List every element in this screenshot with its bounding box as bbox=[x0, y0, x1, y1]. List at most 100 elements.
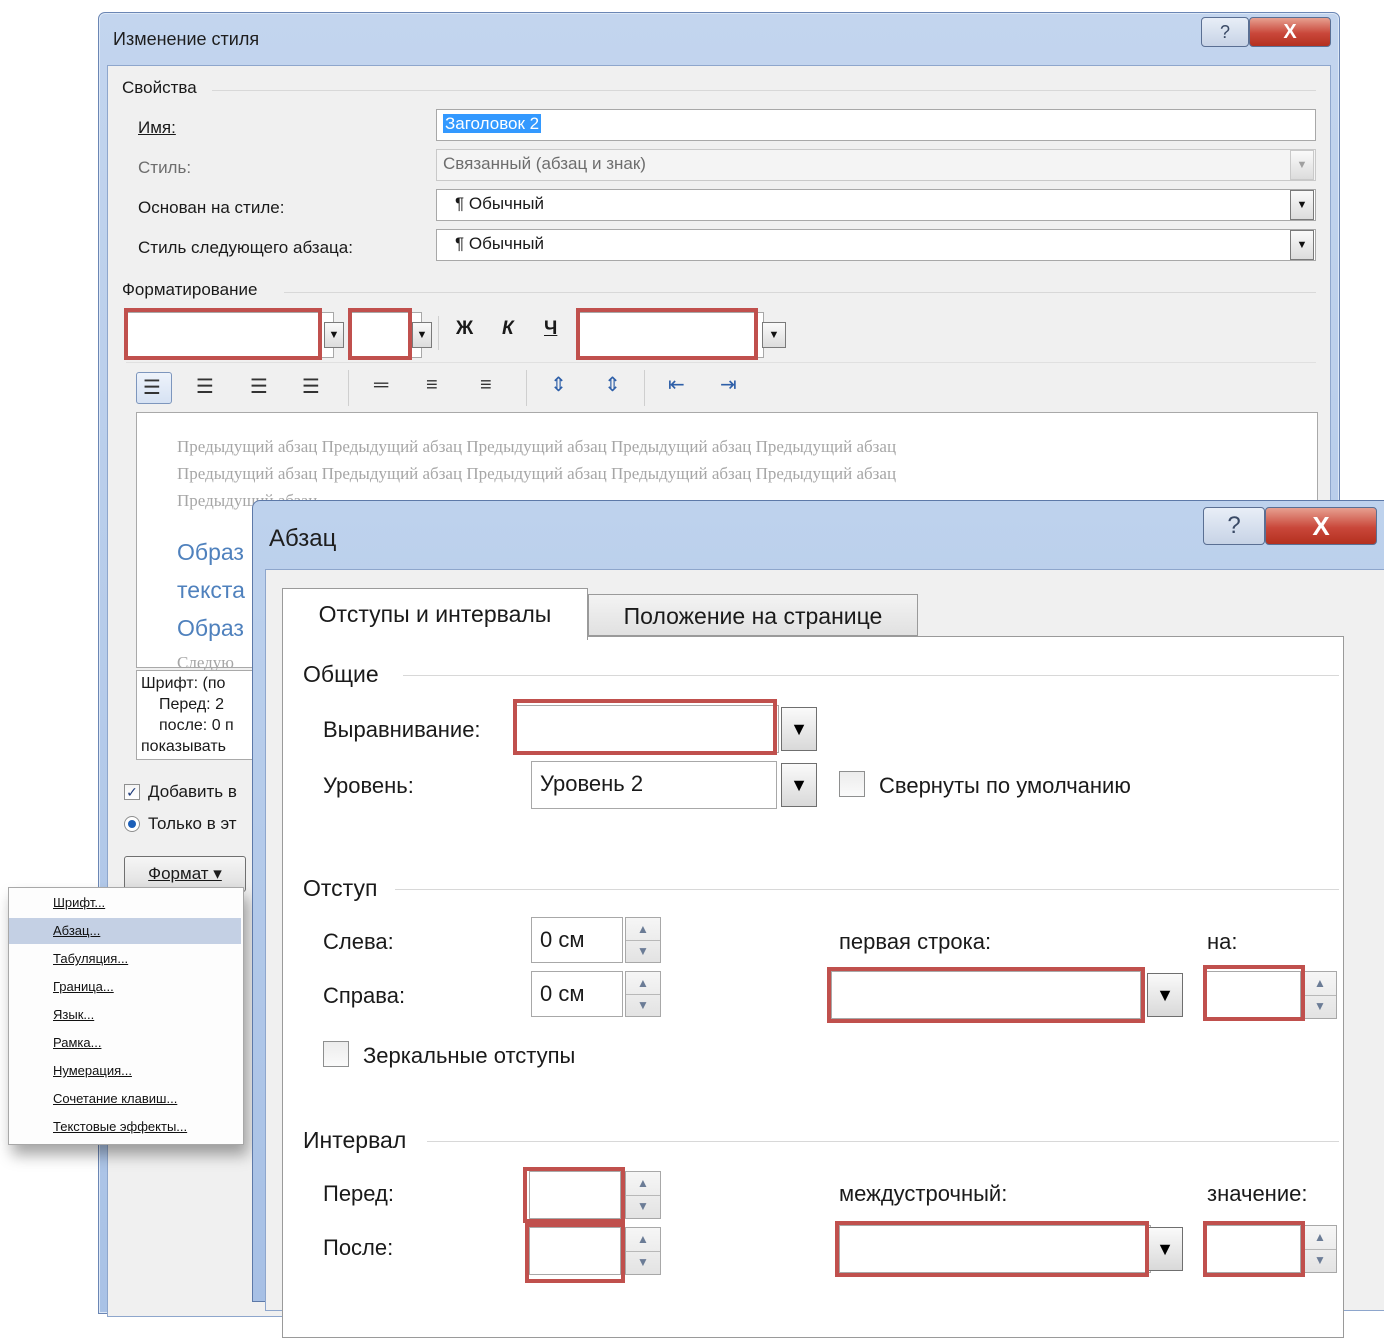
line-spacing-value-spinner[interactable]: ▲ ▼ bbox=[1303, 1225, 1337, 1273]
chevron-down-icon[interactable]: ▼ bbox=[781, 707, 817, 751]
spin-up-icon[interactable]: ▲ bbox=[626, 918, 660, 941]
collapsed-by-default-checkbox[interactable] bbox=[839, 771, 865, 797]
mirror-indents-label: Зеркальные отступы bbox=[363, 1043, 576, 1068]
indent-right-spinner[interactable]: ▲ ▼ bbox=[625, 971, 661, 1017]
toolbar-separator bbox=[348, 370, 349, 406]
menu-item-text-effects[interactable]: Текстовые эффекты... bbox=[9, 1114, 241, 1140]
preview-sample-text: Образ bbox=[177, 615, 244, 641]
menu-item-tabs[interactable]: Табуляция... bbox=[9, 946, 241, 972]
tab-indents-and-spacing[interactable]: Отступы и интервалы bbox=[282, 588, 588, 640]
chevron-down-icon[interactable]: ▼ bbox=[1147, 973, 1183, 1017]
menu-item-paragraph[interactable]: Абзац... bbox=[9, 918, 241, 944]
first-line-by-spinner[interactable]: ▲ ▼ bbox=[1303, 971, 1337, 1019]
style-type-select[interactable]: Связанный (абзац и знак) bbox=[436, 149, 1316, 181]
increase-indent-icon[interactable]: ⇥ bbox=[720, 372, 737, 397]
highlight-box bbox=[1203, 965, 1305, 1021]
toolbar-separator bbox=[438, 316, 439, 350]
indent-left-spinner[interactable]: ▲ ▼ bbox=[625, 917, 661, 963]
based-on-label: Основан на стиле: bbox=[138, 198, 285, 217]
highlight-box bbox=[576, 308, 758, 360]
chevron-down-icon[interactable]: ▼ bbox=[781, 763, 817, 807]
close-button[interactable]: X bbox=[1265, 507, 1377, 545]
indent-divider bbox=[395, 889, 1339, 890]
mirror-indents-checkbox[interactable] bbox=[323, 1041, 349, 1067]
one-half-spacing-icon[interactable]: ≡ bbox=[426, 374, 438, 397]
spin-down-icon[interactable]: ▼ bbox=[1304, 995, 1336, 1018]
highlight-box bbox=[827, 967, 1145, 1023]
spin-down-icon[interactable]: ▼ bbox=[1304, 1249, 1336, 1272]
italic-button[interactable]: К bbox=[502, 318, 514, 340]
outline-level-select[interactable]: Уровень 2 bbox=[531, 761, 777, 809]
outline-level-value: Уровень 2 bbox=[540, 771, 644, 796]
space-before-icon[interactable]: ⇕ bbox=[550, 372, 567, 397]
properties-group-label: Свойства bbox=[122, 78, 197, 97]
align-left-icon: ☰ bbox=[143, 377, 161, 399]
spin-down-icon[interactable]: ▼ bbox=[626, 1251, 660, 1274]
underline-button[interactable]: Ч bbox=[544, 318, 557, 340]
menu-item-language[interactable]: Язык... bbox=[9, 1002, 241, 1028]
double-spacing-icon[interactable]: ≡ bbox=[480, 374, 492, 397]
next-style-label: Стиль следующего абзаца: bbox=[138, 238, 353, 257]
indent-right-input[interactable]: 0 см bbox=[531, 971, 623, 1017]
space-after-icon[interactable]: ⇕ bbox=[604, 372, 621, 397]
spin-up-icon[interactable]: ▲ bbox=[626, 1228, 660, 1252]
space-before-label: Перед: bbox=[323, 1181, 394, 1206]
align-justify-icon[interactable]: ☰ bbox=[302, 374, 320, 399]
spacing-group-label: Интервал bbox=[303, 1127, 407, 1153]
single-spacing-icon[interactable]: ═ bbox=[374, 374, 388, 397]
align-left-button[interactable]: ☰ bbox=[136, 372, 172, 404]
only-in-document-radio[interactable] bbox=[124, 816, 140, 832]
menu-item-numbering[interactable]: Нумерация... bbox=[9, 1058, 241, 1084]
spin-down-icon[interactable]: ▼ bbox=[626, 1195, 660, 1218]
align-right-icon[interactable]: ☰ bbox=[250, 374, 268, 399]
based-on-value: ¶ Обычный bbox=[455, 194, 544, 213]
indent-left-value: 0 см bbox=[540, 927, 585, 952]
add-to-gallery-checkbox[interactable]: ✓ bbox=[124, 784, 140, 800]
properties-divider bbox=[212, 90, 1316, 91]
tab-line-and-page-breaks[interactable]: Положение на странице bbox=[588, 594, 918, 636]
name-label: Имя: bbox=[138, 118, 176, 137]
spin-up-icon[interactable]: ▲ bbox=[1304, 972, 1336, 996]
spin-up-icon[interactable]: ▲ bbox=[1304, 1226, 1336, 1250]
based-on-select[interactable]: ¶ Обычный bbox=[436, 189, 1316, 221]
menu-item-frame[interactable]: Рамка... bbox=[9, 1030, 241, 1056]
name-value: Заголовок 2 bbox=[443, 114, 542, 133]
chevron-down-icon[interactable]: ▼ bbox=[412, 322, 432, 348]
space-before-spinner[interactable]: ▲ ▼ bbox=[625, 1171, 661, 1219]
collapsed-by-default-label: Свернуты по умолчанию bbox=[879, 773, 1131, 798]
help-button[interactable]: ? bbox=[1201, 17, 1249, 47]
space-after-label: После: bbox=[323, 1235, 394, 1260]
menu-item-font[interactable]: Шрифт... bbox=[9, 890, 241, 916]
spin-down-icon[interactable]: ▼ bbox=[626, 940, 660, 962]
chevron-down-icon[interactable]: ▼ bbox=[1290, 190, 1314, 220]
next-style-select[interactable]: ¶ Обычный bbox=[436, 229, 1316, 261]
help-button[interactable]: ? bbox=[1203, 507, 1265, 545]
close-button[interactable]: X bbox=[1249, 17, 1331, 47]
highlight-box bbox=[513, 699, 777, 755]
paragraph-client: Отступы и интервалы Положение на страниц… bbox=[265, 569, 1384, 1338]
toolbar-divider bbox=[126, 362, 1316, 363]
spin-up-icon[interactable]: ▲ bbox=[626, 1172, 660, 1196]
format-dropdown-menu: Шрифт... Абзац... Табуляция... Граница..… bbox=[8, 887, 244, 1145]
align-center-icon[interactable]: ☰ bbox=[196, 374, 214, 399]
indents-spacing-panel: Общие Выравнивание: ▼ Уровень: Уровень 2… bbox=[282, 636, 1344, 1338]
spin-up-icon[interactable]: ▲ bbox=[626, 972, 660, 995]
chevron-down-icon[interactable]: ▼ bbox=[324, 322, 344, 348]
menu-item-border[interactable]: Граница... bbox=[9, 974, 241, 1000]
style-type-value: Связанный (абзац и знак) bbox=[443, 154, 646, 173]
menu-item-shortcut-key[interactable]: Сочетание клавиш... bbox=[9, 1086, 241, 1112]
name-input[interactable]: Заголовок 2 bbox=[436, 109, 1316, 141]
chevron-down-icon[interactable]: ▼ bbox=[762, 322, 786, 348]
spin-down-icon[interactable]: ▼ bbox=[626, 994, 660, 1016]
decrease-indent-icon[interactable]: ⇤ bbox=[668, 372, 685, 397]
chevron-down-icon[interactable]: ▼ bbox=[1147, 1227, 1183, 1271]
line-spacing-value-label: значение: bbox=[1207, 1181, 1308, 1206]
bold-button[interactable]: Ж bbox=[456, 318, 473, 340]
chevron-down-icon[interactable]: ▼ bbox=[1290, 150, 1314, 180]
indent-group-label: Отступ bbox=[303, 875, 378, 901]
preview-prev-line: Предыдущий абзац Предыдущий абзац Предыд… bbox=[177, 437, 897, 456]
chevron-down-icon[interactable]: ▼ bbox=[1290, 230, 1314, 260]
first-line-label: первая строка: bbox=[839, 929, 992, 954]
indent-left-input[interactable]: 0 см bbox=[531, 917, 623, 963]
space-after-spinner[interactable]: ▲ ▼ bbox=[625, 1227, 661, 1275]
